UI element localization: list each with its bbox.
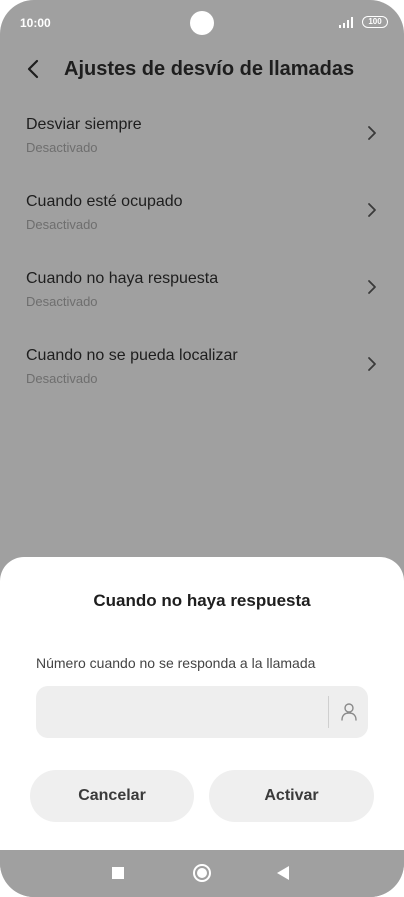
- setting-row-always[interactable]: Desviar siempre Desactivado: [0, 106, 404, 172]
- cancel-button[interactable]: Cancelar: [30, 770, 194, 822]
- setting-title: Cuando no haya respuesta: [26, 270, 219, 287]
- number-field-label: Número cuando no se responda a la llamad…: [36, 655, 316, 671]
- activate-button[interactable]: Activar: [209, 770, 374, 822]
- setting-status: Desactivado: [26, 371, 98, 386]
- circle-icon[interactable]: [192, 863, 212, 883]
- setting-title: Desviar siempre: [26, 116, 142, 133]
- chevron-right-icon: [368, 203, 376, 217]
- dialog-title: Cuando no haya respuesta: [93, 591, 311, 610]
- phone-frame: 10:00 100 Ajustes de desvío de llamadas …: [0, 0, 404, 897]
- square-icon[interactable]: [112, 867, 124, 879]
- battery-icon: 100: [362, 16, 388, 28]
- setting-row-unreachable[interactable]: Cuando no se pueda localizar Desactivado: [0, 337, 404, 403]
- status-bar: 10:00 100: [0, 0, 404, 44]
- forward-number-input[interactable]: [50, 686, 320, 738]
- setting-title: Cuando no se pueda localizar: [26, 347, 238, 364]
- setting-row-busy[interactable]: Cuando esté ocupado Desactivado: [0, 183, 404, 249]
- bottom-sheet-dialog: Cuando no haya respuesta Número cuando n…: [0, 557, 404, 850]
- screen: 10:00 100 Ajustes de desvío de llamadas …: [0, 0, 404, 897]
- signal-icon: [339, 17, 353, 28]
- triangle-icon[interactable]: [276, 865, 290, 881]
- field-divider: [328, 696, 329, 728]
- camera-cutout: [190, 11, 214, 35]
- contact-person-icon[interactable]: [340, 702, 358, 722]
- back-arrow-icon[interactable]: [24, 58, 44, 80]
- app-header: Ajustes de desvío de llamadas: [0, 50, 404, 90]
- number-field: [36, 686, 368, 738]
- navigation-bar: [0, 850, 404, 897]
- setting-status: Desactivado: [26, 294, 98, 309]
- setting-status: Desactivado: [26, 140, 98, 155]
- chevron-right-icon: [368, 126, 376, 140]
- chevron-right-icon: [368, 280, 376, 294]
- chevron-right-icon: [368, 357, 376, 371]
- setting-row-no-answer[interactable]: Cuando no haya respuesta Desactivado: [0, 260, 404, 326]
- setting-status: Desactivado: [26, 217, 98, 232]
- status-time: 10:00: [20, 16, 51, 30]
- setting-title: Cuando esté ocupado: [26, 193, 183, 210]
- page-title: Ajustes de desvío de llamadas: [64, 58, 355, 80]
